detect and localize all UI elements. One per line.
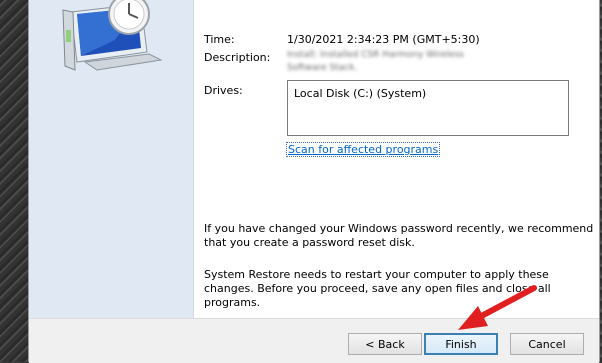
scan-affected-programs-link[interactable]: Scan for affected programs xyxy=(285,142,441,157)
drives-list[interactable]: Local Disk (C:) (System) xyxy=(287,80,569,136)
time-label: Time: xyxy=(204,33,235,46)
side-panel xyxy=(29,0,194,318)
red-arrow-icon xyxy=(458,285,537,330)
drive-item[interactable]: Local Disk (C:) (System) xyxy=(294,87,426,100)
back-button[interactable]: < Back xyxy=(348,333,422,355)
password-note: If you have changed your Windows passwor… xyxy=(204,222,594,249)
description-value: Install: Installed CSR Harmony Wireless … xyxy=(287,50,464,73)
time-value: 1/30/2021 2:34:23 PM (GMT+5:30) xyxy=(287,33,480,46)
desktop-background-left xyxy=(0,0,30,362)
system-restore-icon xyxy=(62,0,163,71)
description-label: Description: xyxy=(204,51,271,64)
drives-label: Drives: xyxy=(204,84,243,97)
